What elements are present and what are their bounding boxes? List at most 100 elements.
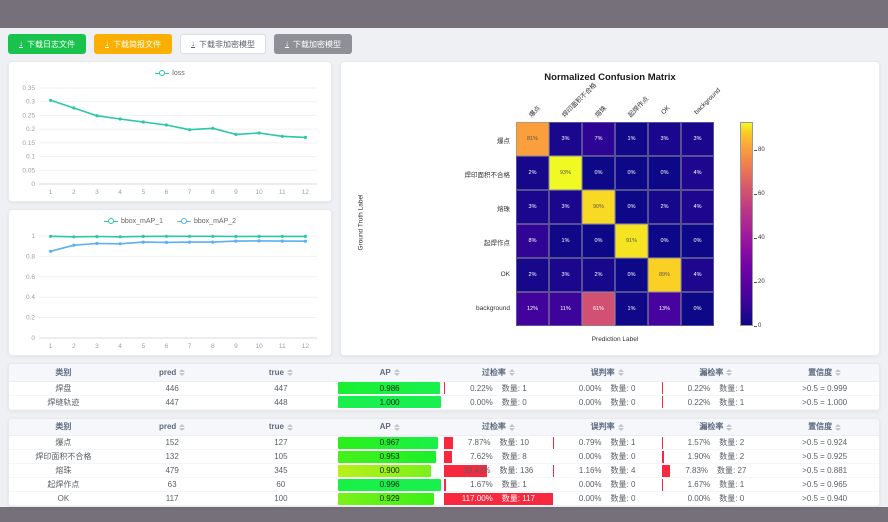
- download-icon: ↓: [19, 40, 23, 48]
- rate-cell: 0.79% 数量: 1: [553, 437, 662, 449]
- column-header-置信度[interactable]: 置信度: [770, 364, 879, 381]
- confusion-matrix-title: Normalized Confusion Matrix: [341, 72, 879, 83]
- sort-icon: [394, 424, 400, 431]
- svg-text:0.6: 0.6: [26, 274, 35, 281]
- metrics-table-2-card: 类别pred true AP 过检率 误判率 漏检率 置信度 爆点 152 12…: [8, 418, 880, 508]
- column-header-类别: 类别: [9, 419, 118, 436]
- rate-count: 数量: 10: [500, 437, 529, 448]
- matrix-cell: 0%: [648, 224, 681, 258]
- download-button-3[interactable]: ↓下载加密模型: [274, 34, 352, 54]
- matrix-cell: 0%: [582, 224, 615, 258]
- svg-text:1: 1: [31, 233, 35, 240]
- matrix-cell: 61%: [582, 292, 615, 326]
- matrix-row-label: 爆点: [381, 135, 510, 145]
- svg-text:0.8: 0.8: [26, 253, 35, 260]
- column-header-AP[interactable]: AP: [335, 419, 444, 436]
- svg-text:8: 8: [211, 343, 215, 350]
- rate-count: 数量: 8: [502, 451, 527, 462]
- rate-cell: 0.00% 数量: 0: [553, 451, 662, 463]
- matrix-cell: 2%: [516, 156, 549, 190]
- sort-icon: [509, 424, 515, 431]
- confidence-value: >0.5 = 0.924: [770, 436, 879, 450]
- matrix-cell: 89%: [648, 258, 681, 292]
- table-row: 焊缝轨迹 447 448 1.000 0.00% 数量: 0 0.00% 数量:…: [9, 395, 879, 409]
- column-header-pred[interactable]: pred: [118, 419, 227, 436]
- rate-percent: 1.67%: [470, 480, 493, 489]
- matrix-column-label: background: [693, 87, 722, 116]
- rate-count: 数量: 1: [502, 479, 527, 490]
- column-header-误判率[interactable]: 误判率: [553, 419, 662, 436]
- legend-marker-icon: [155, 70, 169, 77]
- matrix-cell: 0%: [681, 292, 714, 326]
- matrix-cell: 12%: [516, 292, 549, 326]
- column-header-误判率[interactable]: 误判率: [553, 364, 662, 381]
- column-header-AP[interactable]: AP: [335, 364, 444, 381]
- button-label: 下载非加密模型: [199, 39, 255, 50]
- rate-count: 数量: 27: [717, 465, 746, 476]
- legend-item-bbox_mAP_2[interactable]: bbox_mAP_2: [177, 218, 236, 225]
- column-header-pred[interactable]: pred: [118, 364, 227, 381]
- svg-text:9: 9: [234, 189, 238, 196]
- rate-percent: 0.00%: [579, 398, 602, 407]
- rate-cell: 0.00% 数量: 0: [444, 396, 553, 408]
- column-header-true[interactable]: true: [227, 364, 336, 381]
- rate-count: 数量: 0: [502, 397, 527, 408]
- ap-value: 0.953: [338, 451, 441, 463]
- svg-text:6: 6: [165, 343, 169, 350]
- confidence-value: >0.5 = 0.940: [770, 492, 879, 506]
- pred-count: 132: [118, 450, 227, 464]
- charts-row: loss 00.050.10.150.20.250.30.35123456789…: [8, 61, 880, 356]
- column-header-漏检率[interactable]: 漏检率: [662, 419, 771, 436]
- rate-count: 数量: 1: [502, 383, 527, 394]
- ap-value: 1.000: [338, 396, 441, 408]
- pred-count: 479: [118, 464, 227, 478]
- matrix-cell: 2%: [648, 190, 681, 224]
- metrics-table-1: 类别pred true AP 过检率 误判率 漏检率 置信度 焊盘 446 44…: [9, 364, 879, 410]
- column-header-置信度[interactable]: 置信度: [770, 419, 879, 436]
- ap-value: 0.996: [338, 479, 441, 491]
- rate-percent: 39.42%: [463, 466, 490, 475]
- matrix-cell: 90%: [582, 190, 615, 224]
- rate-cell: 7.87% 数量: 10: [444, 437, 553, 449]
- rate-count: 数量: 0: [611, 451, 636, 462]
- matrix-cell: 2%: [582, 258, 615, 292]
- column-header-过检率[interactable]: 过检率: [444, 419, 553, 436]
- svg-text:2: 2: [72, 189, 76, 196]
- map-chart-card: bbox_mAP_1bbox_mAP_2 00.20.40.60.8112345…: [8, 209, 332, 356]
- svg-text:5: 5: [141, 343, 145, 350]
- metrics-table-2: 类别pred true AP 过检率 误判率 漏检率 置信度 爆点 152 12…: [9, 419, 879, 507]
- column-header-true[interactable]: true: [227, 419, 336, 436]
- dashboard-content: ↓下载日志文件↓下载简报文件↓下载非加密模型↓下载加密模型 loss 00.05…: [0, 28, 888, 507]
- rate-percent: 0.00%: [579, 452, 602, 461]
- matrix-cell: 81%: [516, 122, 549, 156]
- button-label: 下载加密模型: [293, 39, 341, 50]
- column-header-漏检率[interactable]: 漏检率: [662, 364, 771, 381]
- rate-cell: 1.90% 数量: 2: [662, 451, 771, 463]
- button-label: 下载简报文件: [113, 39, 161, 50]
- matrix-row-label: background: [381, 305, 510, 312]
- rate-cell: 39.42% 数量: 136: [444, 465, 553, 477]
- rate-cell: 0.00% 数量: 0: [553, 493, 662, 505]
- table-row: 起焊作点 63 60 0.996 1.67% 数量: 1 0.00% 数量: 0…: [9, 478, 879, 492]
- legend-label: bbox_mAP_2: [194, 218, 236, 225]
- matrix-x-axis-label: Prediction Label: [516, 336, 714, 343]
- legend-item-loss[interactable]: loss: [155, 70, 184, 77]
- true-count: 100: [227, 492, 336, 506]
- rate-percent: 1.16%: [579, 466, 602, 475]
- rate-count: 数量: 1: [611, 437, 636, 448]
- pred-count: 447: [118, 395, 227, 409]
- column-header-过检率[interactable]: 过检率: [444, 364, 553, 381]
- svg-text:10: 10: [255, 343, 263, 350]
- sort-icon: [835, 424, 841, 431]
- download-button-1[interactable]: ↓下载简报文件: [94, 34, 172, 54]
- sort-icon: [287, 424, 293, 431]
- class-name: 焊缝轨迹: [9, 395, 118, 409]
- download-button-0[interactable]: ↓ 下载日志文件: [8, 34, 86, 54]
- matrix-row-label: 熔珠: [381, 203, 510, 213]
- true-count: 448: [227, 395, 336, 409]
- rate-percent: 0.22%: [688, 398, 711, 407]
- ap-cell: 0.900: [338, 465, 441, 477]
- download-button-2[interactable]: ↓下载非加密模型: [180, 34, 266, 54]
- legend-item-bbox_mAP_1[interactable]: bbox_mAP_1: [104, 218, 163, 225]
- button-label: 下载日志文件: [27, 39, 75, 50]
